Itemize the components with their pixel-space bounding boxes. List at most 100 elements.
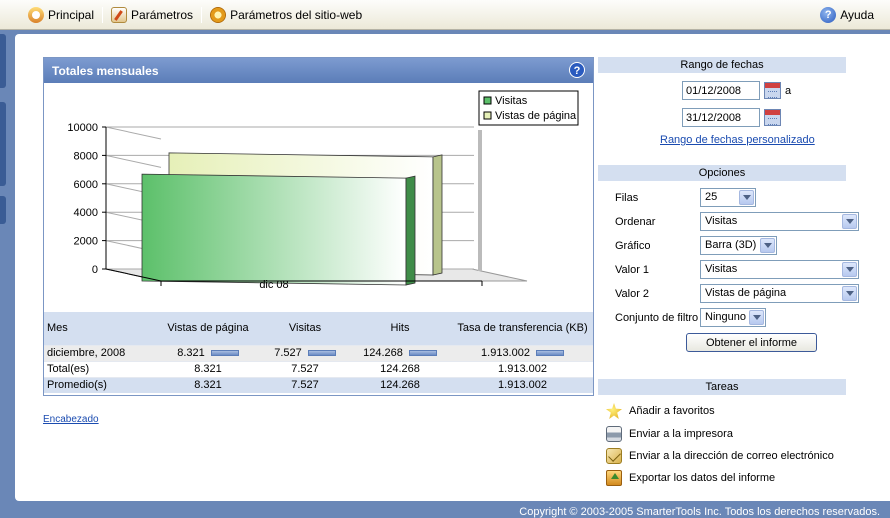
export-icon [606, 470, 622, 486]
help-icon[interactable]: ? [569, 62, 585, 78]
table-cell: 8.321 [154, 360, 262, 377]
cell-value: 124.268 [380, 379, 420, 392]
mini-bar [535, 350, 564, 357]
chevron-down-icon [749, 310, 764, 325]
table-row: Promedio(s) 8.321 7.527 124.268 1.913.002 [44, 376, 593, 393]
y-tick-label: 4000 [74, 207, 98, 219]
mini-bar [307, 350, 336, 357]
mini-bar [210, 350, 239, 357]
column-header[interactable]: Visitas [262, 312, 348, 345]
tasks-header: Tareas [598, 379, 846, 395]
toolbar: Principal Parámetros Parámetros del siti… [0, 0, 890, 30]
side-tab[interactable] [0, 102, 6, 186]
cell-value: 124.268 [380, 363, 420, 375]
task-label: Añadir a favoritos [629, 405, 715, 417]
help-icon: ? [820, 7, 837, 23]
table-row: diciembre, 2008 8.321 7.527 124.268 1.913.00… [44, 344, 593, 361]
email-task[interactable]: Enviar a la dirección de correo electrón… [606, 448, 834, 464]
value1-select[interactable]: Visitas [700, 260, 859, 279]
star-icon [606, 403, 622, 419]
rows-select[interactable]: 25 [700, 188, 756, 207]
data-table: Mes Vistas de página Visitas Hits Tasa d… [44, 312, 593, 393]
chart-panel-header: Totales mensuales ? [44, 58, 593, 83]
cell-value: 124.268 [363, 347, 403, 359]
chevron-down-icon [760, 238, 775, 253]
cell-value: 7.527 [291, 363, 319, 375]
start-date-input[interactable] [682, 81, 760, 100]
table-cell: 7.527 [262, 360, 348, 377]
rows-label: Filas [615, 192, 639, 204]
x-tick-label: dic 08 [259, 279, 288, 291]
sort-select[interactable]: Visitas [700, 212, 859, 231]
y-tick-label: 6000 [74, 179, 98, 191]
date-range-header: Rango de fechas [598, 57, 846, 73]
add-favorites-task[interactable]: Añadir a favoritos [606, 403, 715, 419]
y-tick-label: 0 [92, 264, 98, 276]
bar-chart: 0 2000 4000 6000 8000 10000 dic 08 Visitas Vist… [67, 90, 579, 291]
chart-right-edge [478, 130, 482, 271]
custom-date-range-link[interactable]: Rango de fechas personalizado [660, 134, 815, 146]
column-header[interactable]: Tasa de transferencia (KB) [452, 312, 593, 345]
side-tab[interactable] [0, 196, 6, 224]
sort-value: Visitas [705, 215, 738, 227]
y-tick-label: 2000 [74, 236, 98, 248]
bar-side-face [432, 154, 443, 276]
table-cell: 8.321 [154, 376, 262, 393]
table-cell: 124.268 [348, 360, 452, 377]
bar-front-face [141, 173, 407, 286]
cell-value: 1.913.002 [498, 379, 547, 392]
options-header: Opciones [598, 165, 846, 181]
chevron-down-icon [739, 190, 754, 205]
home-icon [28, 6, 44, 23]
legend-swatch [483, 111, 492, 120]
chart-type-select[interactable]: Barra (3D) [700, 236, 777, 255]
chart-type-value: Barra (3D) [705, 239, 757, 251]
table-cell: 8.321 [154, 344, 262, 361]
help-menu-item[interactable]: ? Ayuda [812, 5, 882, 25]
y-tick-label: 8000 [74, 150, 98, 162]
value2-select[interactable]: Vistas de página [700, 284, 859, 303]
cell-value: 1.913.002 [481, 347, 530, 359]
table-cell: 124.268 [348, 344, 452, 361]
side-tab[interactable] [0, 34, 6, 88]
column-header[interactable]: Mes [44, 312, 154, 345]
site-params-menu-item[interactable]: Parámetros del sitio-web [202, 5, 370, 25]
y-tick-label: 10000 [67, 122, 98, 134]
print-task[interactable]: Enviar a la impresora [606, 426, 733, 442]
cell-value: 1.913.002 [498, 363, 547, 375]
end-date-input[interactable] [682, 108, 760, 127]
column-header[interactable]: Hits [348, 312, 452, 345]
value2-value: Vistas de página [705, 287, 787, 299]
home-menu-item[interactable]: Principal [20, 5, 102, 25]
calendar-icon[interactable] [764, 109, 781, 126]
cell-value: 8.321 [177, 347, 205, 359]
chevron-down-icon [842, 262, 857, 277]
table-header-row: Mes Vistas de página Visitas Hits Tasa d… [44, 312, 593, 345]
legend-label: Vistas de página [495, 110, 577, 122]
export-task[interactable]: Exportar los datos del informe [606, 470, 775, 486]
calendar-icon[interactable] [764, 82, 781, 99]
table-cell: 1.913.002 [452, 360, 593, 377]
mini-bar [408, 350, 437, 357]
svg-text:?: ? [574, 65, 581, 77]
sort-label: Ordenar [615, 216, 656, 228]
column-header[interactable]: Vistas de página [154, 312, 262, 345]
get-report-button[interactable]: Obtener el informe [686, 333, 817, 352]
legend-label: Visitas [495, 95, 528, 107]
table-cell: 7.527 [262, 344, 348, 361]
params-menu-item[interactable]: Parámetros [103, 5, 201, 25]
rows-value: 25 [705, 191, 718, 203]
header-link[interactable]: Encabezado [43, 414, 99, 425]
chart-type-label: Gráfico [615, 240, 651, 252]
chevron-down-icon [842, 286, 857, 301]
bar-side-face [405, 175, 416, 286]
mail-icon [606, 448, 622, 464]
value2-label: Valor 2 [615, 288, 650, 300]
date-separator: a [785, 85, 792, 97]
filter-set-label: Conjunto de filtro [615, 312, 699, 324]
cell-value: 7.527 [274, 347, 302, 359]
table-row: Total(es) 8.321 7.527 124.268 1.913.002 [44, 360, 593, 377]
filter-set-select[interactable]: Ninguno [700, 308, 766, 327]
copyright-footer: Copyright © 2003-2005 SmarterTools Inc. … [519, 506, 880, 518]
chevron-down-icon [842, 214, 857, 229]
